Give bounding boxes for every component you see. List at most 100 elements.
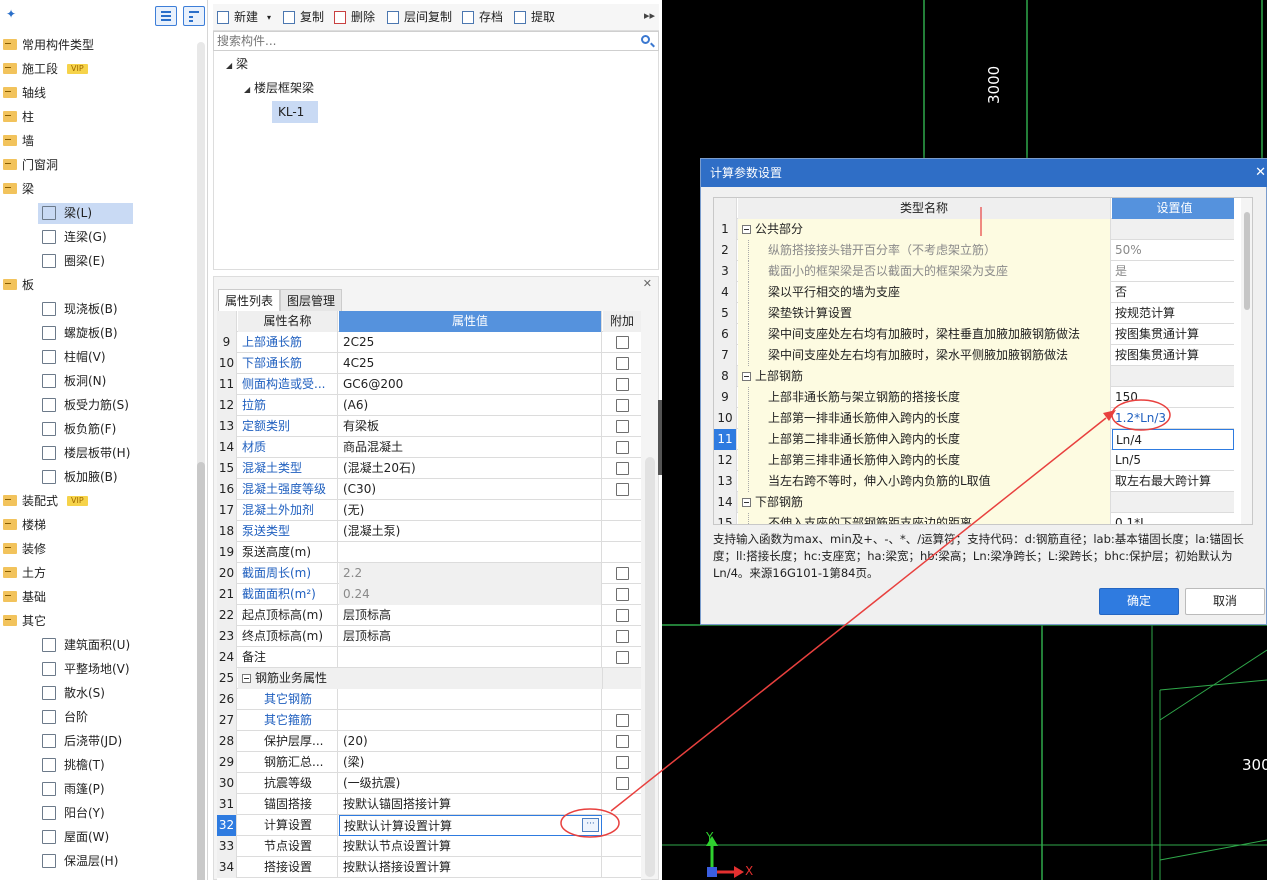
property-row[interactable]: 13 定额类别 有梁板 <box>217 416 641 437</box>
search-input[interactable] <box>214 32 614 50</box>
property-value[interactable]: 层顶标高 <box>339 626 602 647</box>
collapse-icon[interactable] <box>242 674 251 683</box>
tree-node-kl1[interactable]: KL-1 <box>272 101 319 123</box>
expand-arrow-icon[interactable]: ◢ <box>226 55 236 77</box>
nav-item[interactable]: 后浇带(JD) <box>0 730 207 752</box>
property-row[interactable]: 23 终点顶标高(m) 层顶标高 <box>217 626 641 647</box>
nav-category[interactable]: 施工段 VIP <box>0 58 207 80</box>
attach-checkbox[interactable] <box>616 441 629 454</box>
property-value[interactable]: 0.24 <box>339 584 602 605</box>
property-value[interactable]: 按默认节点设置计算 <box>339 836 602 857</box>
attach-checkbox[interactable] <box>616 420 629 433</box>
nav-item[interactable]: 散水(S) <box>0 682 207 704</box>
property-row[interactable]: 31 锚固搭接 按默认锚固搭接计算 <box>217 794 641 815</box>
setting-value[interactable]: Ln/5 <box>1112 450 1234 471</box>
attach-checkbox[interactable] <box>616 378 629 391</box>
nav-category[interactable]: 轴线 <box>0 82 207 104</box>
attach-checkbox[interactable] <box>616 630 629 643</box>
property-value[interactable]: (混凝土泵) <box>339 521 602 542</box>
tab-layer-management[interactable]: 图层管理 <box>280 289 343 311</box>
attach-checkbox[interactable] <box>616 588 629 601</box>
nav-item[interactable]: 阳台(Y) <box>0 802 207 824</box>
property-row[interactable]: 28 保护层厚... (20) <box>217 731 641 752</box>
nav-item[interactable]: 板受力筋(S) <box>0 394 207 416</box>
nav-item[interactable]: 平整场地(V) <box>0 658 207 680</box>
setting-value[interactable] <box>1112 219 1234 240</box>
nav-scrollbar[interactable] <box>197 42 205 880</box>
setting-value[interactable]: 150 <box>1112 387 1234 408</box>
nav-item[interactable]: 螺旋板(B) <box>0 322 207 344</box>
setting-row[interactable]: 15 不伸入支座的下部钢筋距支座边的距离 0.1*L <box>714 513 1234 524</box>
dropdown-arrow-icon[interactable]: ▾ <box>267 9 271 26</box>
attach-checkbox[interactable] <box>616 609 629 622</box>
toolbar-overflow-icon[interactable]: ▸▸ <box>644 9 655 22</box>
setting-row[interactable]: 4 梁以平行相交的墙为支座否 <box>714 282 1234 303</box>
setting-row[interactable]: 7 梁中间支座处左右均有加腋时，梁水平侧腋加腋钢筋做法 按图集贯通计算 <box>714 345 1234 366</box>
nav-item[interactable]: 建筑面积(U) <box>0 634 207 656</box>
property-row[interactable]: 33 节点设置 按默认节点设置计算 <box>217 836 641 857</box>
property-value[interactable]: (20) <box>339 731 602 752</box>
nav-category[interactable]: 墙 <box>0 130 207 152</box>
ellipsis-button[interactable]: ··· <box>582 818 599 832</box>
property-value[interactable]: (A6) <box>339 395 602 416</box>
property-row[interactable]: 24 备注 <box>217 647 641 668</box>
property-value[interactable]: 商品混凝土 <box>339 437 602 458</box>
property-value[interactable]: 按默认搭接设置计算 <box>339 857 602 878</box>
property-row[interactable]: 27 其它箍筋 <box>217 710 641 731</box>
property-value[interactable]: (混凝土20石) <box>339 458 602 479</box>
setting-row[interactable]: 8 上部钢筋 <box>714 366 1234 387</box>
property-value[interactable]: 2.2 <box>339 563 602 584</box>
tree-node-beam[interactable]: ◢ 梁 <box>226 53 248 75</box>
property-row[interactable]: 22 起点顶标高(m) 层顶标高 <box>217 605 641 626</box>
attach-checkbox[interactable] <box>616 462 629 475</box>
property-row[interactable]: 30 抗震等级 (一级抗震) <box>217 773 641 794</box>
setting-value[interactable]: 1.2*Ln/3 <box>1112 408 1234 429</box>
attach-checkbox[interactable] <box>616 567 629 580</box>
nav-item[interactable]: 保温层(H) <box>0 850 207 872</box>
nav-item[interactable]: 台阶 <box>0 706 207 728</box>
setting-row[interactable]: 11 上部第二排非通长筋伸入跨内的长度 Ln/4 <box>714 429 1234 450</box>
attach-checkbox[interactable] <box>616 651 629 664</box>
setting-value[interactable]: 是 <box>1112 261 1234 282</box>
setting-row[interactable]: 13 当左右跨不等时，伸入小跨内负筋的L取值 取左右最大跨计算 <box>714 471 1234 492</box>
attach-checkbox[interactable] <box>616 357 629 370</box>
nav-item[interactable]: 连梁(G) <box>0 226 207 248</box>
setting-row[interactable]: 5 梁垫铁计算设置 按规范计算 <box>714 303 1234 324</box>
nav-item[interactable]: 梁(L) <box>0 202 207 224</box>
setting-row[interactable]: 14 下部钢筋 <box>714 492 1234 513</box>
property-row[interactable]: 29 钢筋汇总... (梁) <box>217 752 641 773</box>
setting-value[interactable]: 按规范计算 <box>1112 303 1234 324</box>
property-row[interactable]: 10 下部通长筋 4C25 <box>217 353 641 374</box>
nav-item[interactable]: 现浇板(B) <box>0 298 207 320</box>
setting-value[interactable]: 按图集贯通计算 <box>1112 324 1234 345</box>
setting-value[interactable] <box>1112 366 1234 387</box>
ok-button[interactable]: 确定 <box>1099 588 1179 615</box>
property-row[interactable]: 32 计算设置 按默认计算设置计算 ··· <box>217 815 641 836</box>
tab-property-list[interactable]: 属性列表 <box>218 289 281 311</box>
property-row[interactable]: 11 侧面构造或受... GC6@200 <box>217 374 641 395</box>
nav-item[interactable]: 楼层板带(H) <box>0 442 207 464</box>
nav-category[interactable]: 装修 <box>0 538 207 560</box>
property-row[interactable]: 21 截面面积(m²) 0.24 <box>217 584 641 605</box>
tree-node-frame-beam[interactable]: ◢ 楼层框架梁 <box>244 77 314 99</box>
property-value[interactable]: (梁) <box>339 752 602 773</box>
setting-value[interactable]: 按图集贯通计算 <box>1112 345 1234 366</box>
collapse-icon[interactable] <box>742 372 751 381</box>
setting-value[interactable]: 0.1*L <box>1112 513 1234 524</box>
nav-item[interactable]: 板加腋(B) <box>0 466 207 488</box>
property-value[interactable]: 按默认计算设置计算 <box>339 815 602 836</box>
property-row[interactable]: 20 截面周长(m) 2.2 <box>217 563 641 584</box>
nav-item[interactable]: 圈梁(E) <box>0 250 207 272</box>
settings-scrollbar-thumb[interactable] <box>1244 212 1250 310</box>
collapse-icon[interactable] <box>742 498 751 507</box>
nav-category[interactable]: 装配式 VIP <box>0 490 207 512</box>
property-value[interactable] <box>339 689 602 710</box>
cancel-button[interactable]: 取消 <box>1185 588 1265 615</box>
pin-icon[interactable]: ✦ <box>6 7 16 21</box>
nav-item[interactable]: 柱帽(V) <box>0 346 207 368</box>
nav-category[interactable]: 常用构件类型 <box>0 34 207 56</box>
settings-scrollbar[interactable] <box>1241 198 1252 524</box>
property-value[interactable] <box>339 710 602 731</box>
detail-view-icon[interactable] <box>183 6 205 26</box>
collapse-icon[interactable] <box>742 225 751 234</box>
